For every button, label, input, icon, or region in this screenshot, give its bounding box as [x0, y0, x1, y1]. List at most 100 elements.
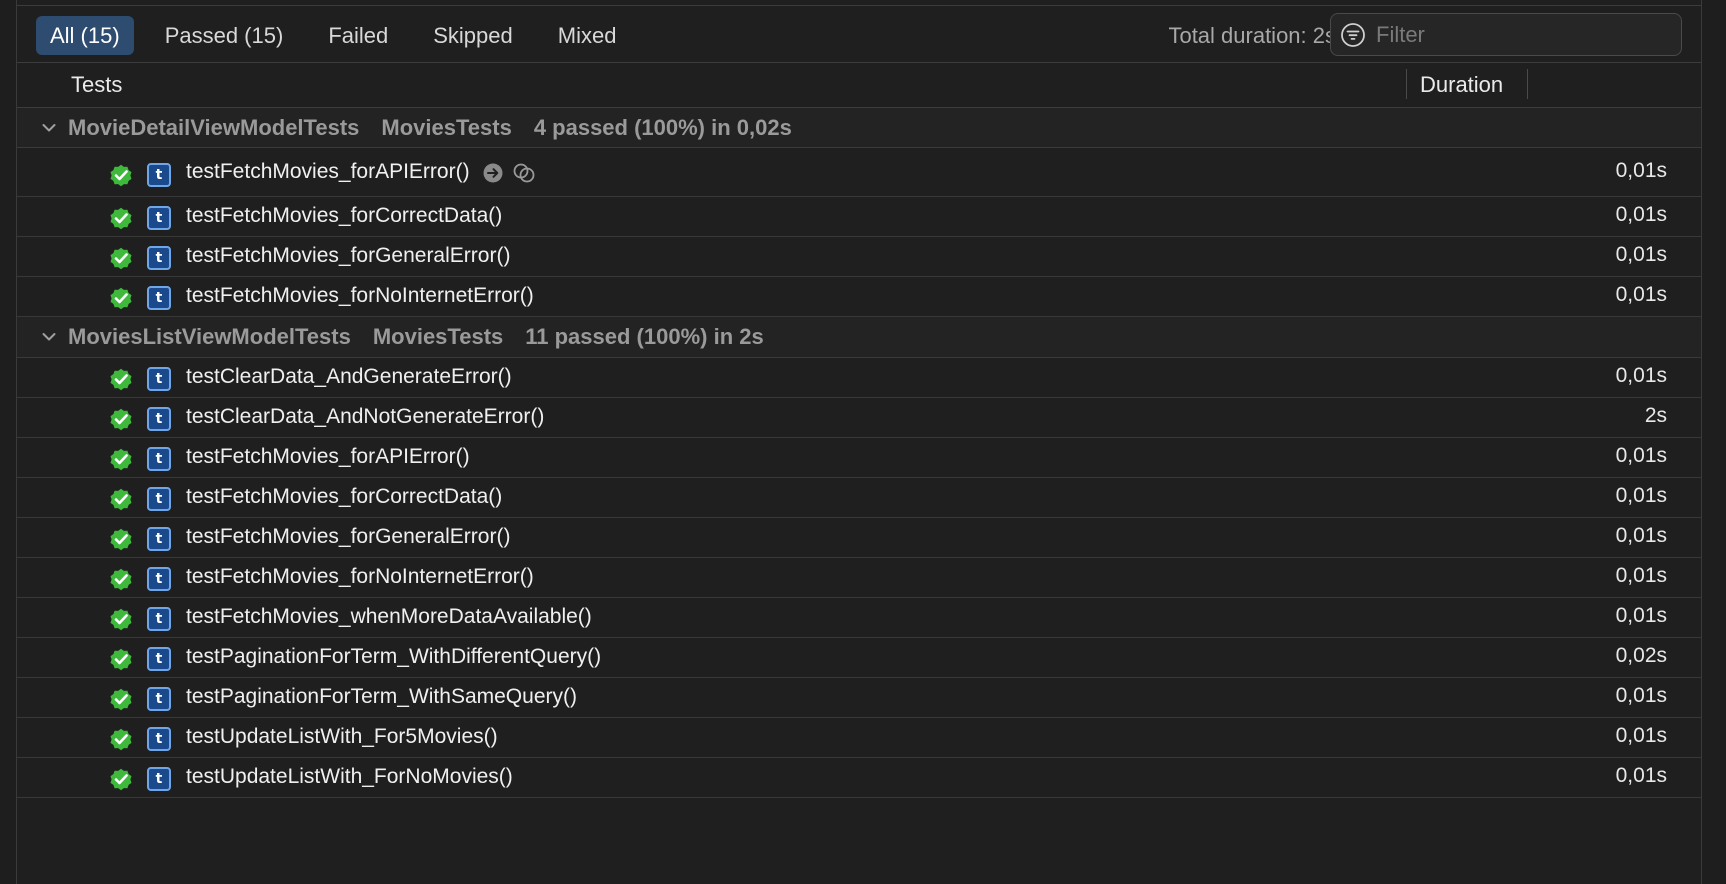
test-method-icon: t: [147, 607, 171, 631]
column-divider-end[interactable]: [1527, 69, 1528, 99]
passed-check-icon: [110, 448, 132, 471]
passed-check-icon: [110, 768, 132, 791]
test-name: testClearData_AndGenerateError(): [186, 365, 512, 388]
column-divider[interactable]: [1406, 69, 1407, 99]
test-duration: 0,02s: [1615, 644, 1667, 667]
test-class-name: MoviesListViewModelTests: [68, 324, 351, 349]
test-method-icon: t: [147, 527, 171, 551]
test-class-summary: 4 passed (100%) in 0,02s: [533, 115, 792, 140]
test-row[interactable]: t testFetchMovies_forGeneralError() 0,01s: [17, 237, 1701, 277]
filter-bar: All (15) Passed (15) Failed Skipped Mixe…: [17, 6, 1701, 63]
test-target-name: MoviesTests: [372, 324, 504, 349]
tab-skipped[interactable]: Skipped: [419, 16, 527, 55]
scope-tabs: All (15) Passed (15) Failed Skipped Mixe…: [36, 16, 647, 55]
column-header-tests[interactable]: Tests: [71, 63, 122, 107]
test-name: testClearData_AndNotGenerateError(): [186, 405, 545, 428]
filter-icon: [1341, 22, 1365, 47]
test-row[interactable]: t testPaginationForTerm_WithSameQuery() 0,…: [17, 678, 1701, 718]
test-name: testFetchMovies_forGeneralError(): [186, 244, 511, 267]
test-duration: 0,01s: [1615, 604, 1667, 627]
chevron-down-icon[interactable]: [41, 120, 57, 136]
test-name: testFetchMovies_forAPIError(): [186, 445, 470, 468]
test-row[interactable]: t testFetchMovies_forCorrectData() 0,01s: [17, 478, 1701, 518]
test-name: testFetchMovies_forAPIError(): [186, 160, 470, 183]
test-duration: 0,01s: [1615, 203, 1667, 226]
test-method-icon: t: [147, 246, 171, 270]
passed-check-icon: [110, 287, 132, 310]
test-report-panel: All (15) Passed (15) Failed Skipped Mixe…: [16, 0, 1702, 884]
test-method-icon: t: [147, 163, 171, 187]
test-class-name: MovieDetailViewModelTests: [68, 115, 360, 140]
test-row[interactable]: t testFetchMovies_forNoInternetError() 0,0…: [17, 558, 1701, 598]
test-row[interactable]: t testPaginationForTerm_WithDifferentQuer…: [17, 638, 1701, 678]
filter-field[interactable]: [1330, 13, 1682, 56]
test-duration: 0,01s: [1615, 444, 1667, 467]
test-method-icon: t: [147, 367, 171, 391]
test-name: testFetchMovies_forNoInternetError(): [186, 284, 534, 307]
test-method-icon: t: [147, 767, 171, 791]
passed-check-icon: [110, 207, 132, 230]
passed-check-icon: [110, 648, 132, 671]
test-method-icon: t: [147, 687, 171, 711]
test-row[interactable]: t testFetchMovies_forGeneralError() 0,01s: [17, 518, 1701, 558]
test-row[interactable]: t testFetchMovies_forCorrectData() 0,01s: [17, 197, 1701, 237]
test-method-icon: t: [147, 286, 171, 310]
passed-check-icon: [110, 568, 132, 591]
passed-check-icon: [110, 408, 132, 431]
test-class-summary: 11 passed (100%) in 2s: [525, 324, 764, 349]
test-row[interactable]: t testFetchMovies_forNoInternetError() 0,0…: [17, 277, 1701, 317]
test-duration: 0,01s: [1615, 764, 1667, 787]
total-duration: Total duration: 2s: [1168, 23, 1336, 48]
test-duration: 2s: [1644, 404, 1667, 427]
chevron-down-icon[interactable]: [41, 329, 57, 345]
passed-check-icon: [110, 728, 132, 751]
test-name: testFetchMovies_forCorrectData(): [186, 204, 503, 227]
test-name: testUpdateListWith_ForNoMovies(): [186, 765, 513, 788]
test-name: testFetchMovies_whenMoreDataAvailable(): [186, 605, 592, 628]
test-duration: 0,01s: [1615, 159, 1667, 182]
filter-input[interactable]: [1374, 20, 1658, 49]
tab-passed[interactable]: Passed (15): [151, 16, 298, 55]
passed-check-icon: [110, 608, 132, 631]
test-method-icon: t: [147, 447, 171, 471]
test-target-name: MoviesTests: [381, 115, 512, 140]
tab-all[interactable]: All (15): [36, 16, 134, 55]
test-duration: 0,01s: [1615, 484, 1667, 507]
test-name: testUpdateListWith_For5Movies(): [186, 725, 498, 748]
test-name: testFetchMovies_forNoInternetError(): [186, 565, 534, 588]
passed-check-icon: [110, 528, 132, 551]
tab-failed[interactable]: Failed: [314, 16, 402, 55]
test-duration: 0,01s: [1615, 724, 1667, 747]
test-duration: 0,01s: [1615, 364, 1667, 387]
test-row[interactable]: t testFetchMovies_forAPIError() 0,01s: [17, 148, 1701, 197]
test-row[interactable]: t testUpdateListWith_ForNoMovies() 0,01s: [17, 758, 1701, 798]
test-method-icon: t: [147, 487, 171, 511]
test-duration: 0,01s: [1615, 524, 1667, 547]
test-method-icon: t: [147, 567, 171, 591]
test-row[interactable]: t testFetchMovies_whenMoreDataAvailable()…: [17, 598, 1701, 638]
test-row[interactable]: t testClearData_AndNotGenerateError() 2s: [17, 398, 1701, 438]
test-duration: 0,01s: [1615, 564, 1667, 587]
test-name: testFetchMovies_forCorrectData(): [186, 485, 503, 508]
test-row[interactable]: t testClearData_AndGenerateError() 0,01s: [17, 358, 1701, 398]
test-row[interactable]: t testUpdateListWith_For5Movies() 0,01s: [17, 718, 1701, 758]
column-header-duration[interactable]: Duration: [1420, 63, 1503, 107]
test-duration: 0,01s: [1615, 684, 1667, 707]
test-duration: 0,01s: [1615, 243, 1667, 266]
test-method-icon: t: [147, 647, 171, 671]
test-name: testFetchMovies_forGeneralError(): [186, 525, 511, 548]
test-class-row[interactable]: MoviesListViewModelTests MoviesTests 11 pa…: [17, 317, 1701, 358]
jump-to-source-icon[interactable]: [482, 162, 504, 184]
test-class-row[interactable]: MovieDetailViewModelTests MoviesTests 4 pa…: [17, 108, 1701, 148]
column-header: Tests Duration: [17, 63, 1701, 108]
passed-check-icon: [110, 247, 132, 270]
test-row[interactable]: t testFetchMovies_forAPIError() 0,01s: [17, 438, 1701, 478]
related-items-icon[interactable]: [512, 162, 536, 184]
test-method-icon: t: [147, 727, 171, 751]
test-duration: 0,01s: [1615, 283, 1667, 306]
passed-check-icon: [110, 488, 132, 511]
tab-mixed[interactable]: Mixed: [544, 16, 631, 55]
test-name: testPaginationForTerm_WithDifferentQuery…: [186, 645, 602, 668]
test-name: testPaginationForTerm_WithSameQuery(): [186, 685, 577, 708]
test-list: MovieDetailViewModelTests MoviesTests 4 pa…: [17, 108, 1701, 798]
